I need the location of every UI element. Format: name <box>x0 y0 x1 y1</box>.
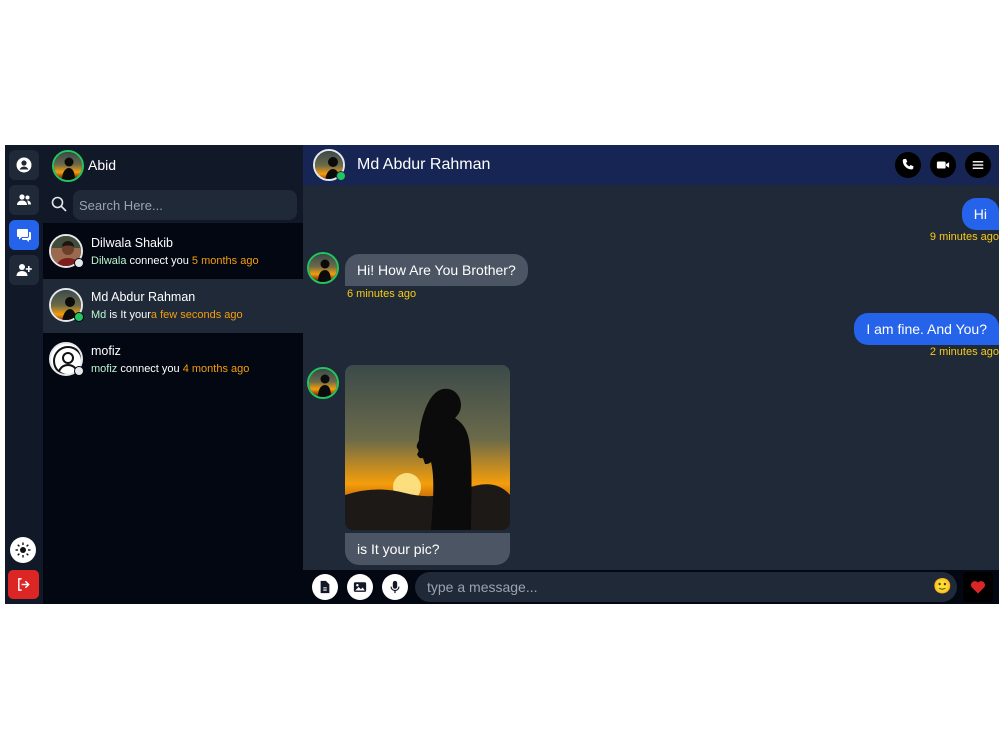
mic-icon <box>390 580 400 594</box>
contact-item[interactable]: mofiz mofiz connect you 4 months ago <box>43 333 303 387</box>
chat-bubbles-icon <box>17 229 31 242</box>
user-circle-icon <box>16 157 32 173</box>
attach-file-button[interactable] <box>312 574 338 600</box>
contact-name: mofiz <box>91 344 121 358</box>
chat-panel: Md Abdur Rahman Hi 9 minutes ago Hi! How… <box>303 145 999 604</box>
attach-image-button[interactable] <box>347 574 373 600</box>
image-icon <box>353 582 367 592</box>
menu-icon <box>972 161 984 169</box>
chat-menu-button[interactable] <box>965 152 991 178</box>
video-icon <box>936 161 950 169</box>
theme-toggle-button[interactable] <box>10 537 36 563</box>
chat-partner-name: Md Abdur Rahman <box>357 156 491 173</box>
contact-name: Dilwala Shakib <box>91 236 173 250</box>
sun-icon <box>15 542 31 558</box>
contact-avatar <box>49 234 84 268</box>
outgoing-message: Hi <box>961 198 999 230</box>
friends-button[interactable] <box>9 185 39 215</box>
image-caption: is It your pic? <box>345 533 510 565</box>
users-icon <box>17 194 31 205</box>
online-status-dot <box>336 171 346 181</box>
contact-last-message: Md is It youra few seconds ago <box>91 309 243 321</box>
online-status-dot <box>74 312 84 322</box>
contact-item[interactable]: Dilwala Shakib Dilwala connect you 5 mon… <box>43 225 303 279</box>
left-rail <box>5 145 43 604</box>
message-input[interactable] <box>415 572 957 602</box>
offline-status-dot <box>74 258 84 268</box>
voice-call-button[interactable] <box>895 152 921 178</box>
message-timestamp: 2 minutes ago <box>929 346 999 358</box>
incoming-message: Hi! How Are You Brother? <box>345 254 528 286</box>
logout-button[interactable] <box>8 570 39 599</box>
current-user-header: Abid <box>43 145 303 185</box>
current-user-avatar[interactable] <box>52 150 84 182</box>
message-timestamp: 6 minutes ago <box>347 288 417 300</box>
phone-icon <box>902 158 914 170</box>
contact-last-message: Dilwala connect you 5 months ago <box>91 255 259 267</box>
chat-partner-avatar[interactable] <box>313 149 346 181</box>
send-like-button[interactable] <box>963 572 993 602</box>
add-friend-button[interactable] <box>9 255 39 285</box>
search-input[interactable] <box>73 190 297 220</box>
shared-photo[interactable] <box>345 365 510 530</box>
voice-message-button[interactable] <box>382 574 408 600</box>
search-icon <box>51 196 67 212</box>
contact-last-message: mofiz connect you 4 months ago <box>91 363 250 375</box>
contact-avatar <box>49 288 84 322</box>
chats-button[interactable] <box>9 220 39 250</box>
current-user-name: Abid <box>88 157 117 173</box>
message-composer: 🙂 <box>303 570 999 604</box>
profile-button[interactable] <box>9 150 39 180</box>
contact-avatar <box>49 342 84 376</box>
contact-name: Md Abdur Rahman <box>91 290 196 304</box>
emoji-icon[interactable]: 🙂 <box>933 578 952 596</box>
sender-avatar <box>307 367 339 399</box>
video-call-button[interactable] <box>930 152 956 178</box>
logout-icon <box>18 578 30 591</box>
contact-item-active[interactable]: Md Abdur Rahman Md is It youra few secon… <box>43 279 303 333</box>
heart-icon <box>970 581 986 594</box>
search-bar <box>43 185 303 223</box>
contacts-panel: Abid Dilwala Shakib Dilwala connect you … <box>43 145 303 604</box>
sender-avatar <box>307 252 339 284</box>
message-timestamp: 9 minutes ago <box>929 231 999 243</box>
user-plus-icon <box>16 264 32 276</box>
offline-status-dot <box>74 366 84 376</box>
outgoing-message: I am fine. And You? <box>854 313 999 345</box>
messenger-app: Abid Dilwala Shakib Dilwala connect you … <box>5 145 999 604</box>
file-icon <box>320 580 330 594</box>
chat-header: Md Abdur Rahman <box>303 145 999 185</box>
